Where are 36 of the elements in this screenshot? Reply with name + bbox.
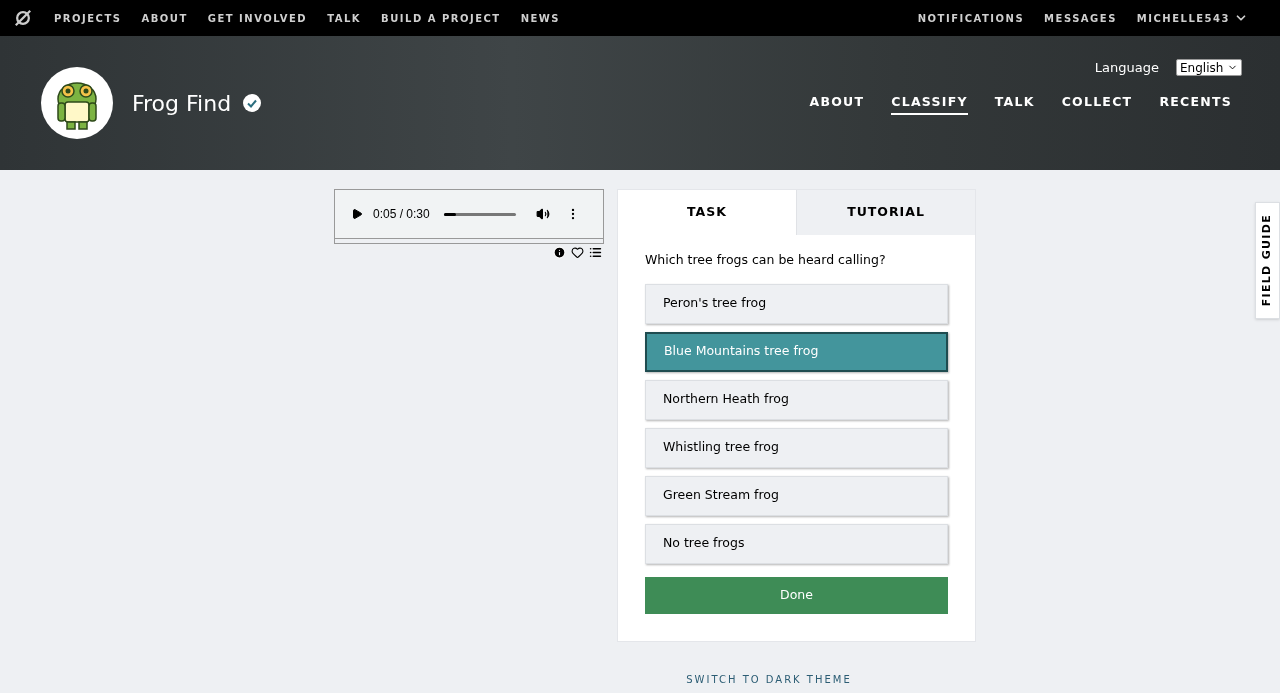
project-tab[interactable]: TALK	[994, 92, 1035, 116]
project-tab[interactable]: RECENTS	[1159, 92, 1232, 116]
frog-avatar-icon	[41, 67, 113, 139]
nav-link[interactable]: MESSAGES	[1044, 10, 1117, 26]
language-select[interactable]: English	[1176, 59, 1242, 77]
answer-option[interactable]: Northern Heath frog	[645, 379, 948, 420]
theme-switch-link[interactable]: SWITCH TO DARK THEME	[686, 671, 852, 687]
project-tab[interactable]: ABOUT	[809, 92, 865, 116]
play-icon	[351, 208, 363, 220]
answer-option[interactable]: Whistling tree frog	[645, 427, 948, 468]
nav-link[interactable]: BUILD A PROJECT	[381, 10, 501, 26]
info-icon[interactable]	[553, 246, 566, 259]
heart-icon[interactable]	[571, 246, 584, 259]
task-question: Which tree frogs can be heard calling?	[645, 251, 887, 269]
panel-tab[interactable]: TUTORIAL	[796, 190, 975, 235]
user-menu-button[interactable]: MICHELLE543	[1136, 10, 1248, 26]
project-title: Frog Find	[132, 89, 232, 118]
nav-link[interactable]: GET INVOLVED	[207, 10, 308, 26]
answer-option[interactable]: No tree frogs	[645, 523, 948, 564]
audio-player[interactable]: 0:05 / 0:30	[334, 189, 604, 239]
answer-option[interactable]: Peron's tree frog	[645, 283, 948, 324]
nav-link[interactable]: NOTIFICATIONS	[917, 10, 1025, 26]
done-button[interactable]: Done	[645, 576, 948, 614]
nav-link[interactable]: NEWS	[520, 10, 561, 26]
audio-time: 0:05 / 0:30	[373, 206, 430, 223]
project-tab[interactable]: COLLECT	[1061, 92, 1133, 116]
language-label: Language	[1094, 59, 1159, 77]
project-tab[interactable]: CLASSIFY	[891, 92, 968, 116]
field-guide-tab[interactable]: FIELD GUIDE	[1255, 202, 1280, 319]
list-icon[interactable]	[589, 246, 602, 259]
nav-link[interactable]: TALK	[327, 10, 362, 26]
nav-link[interactable]: PROJECTS	[54, 10, 122, 26]
audio-progress-track[interactable]	[443, 212, 516, 216]
answer-option[interactable]: Green Stream frog	[645, 475, 948, 516]
volume-icon	[535, 207, 550, 221]
nav-link[interactable]: ABOUT	[141, 10, 188, 26]
